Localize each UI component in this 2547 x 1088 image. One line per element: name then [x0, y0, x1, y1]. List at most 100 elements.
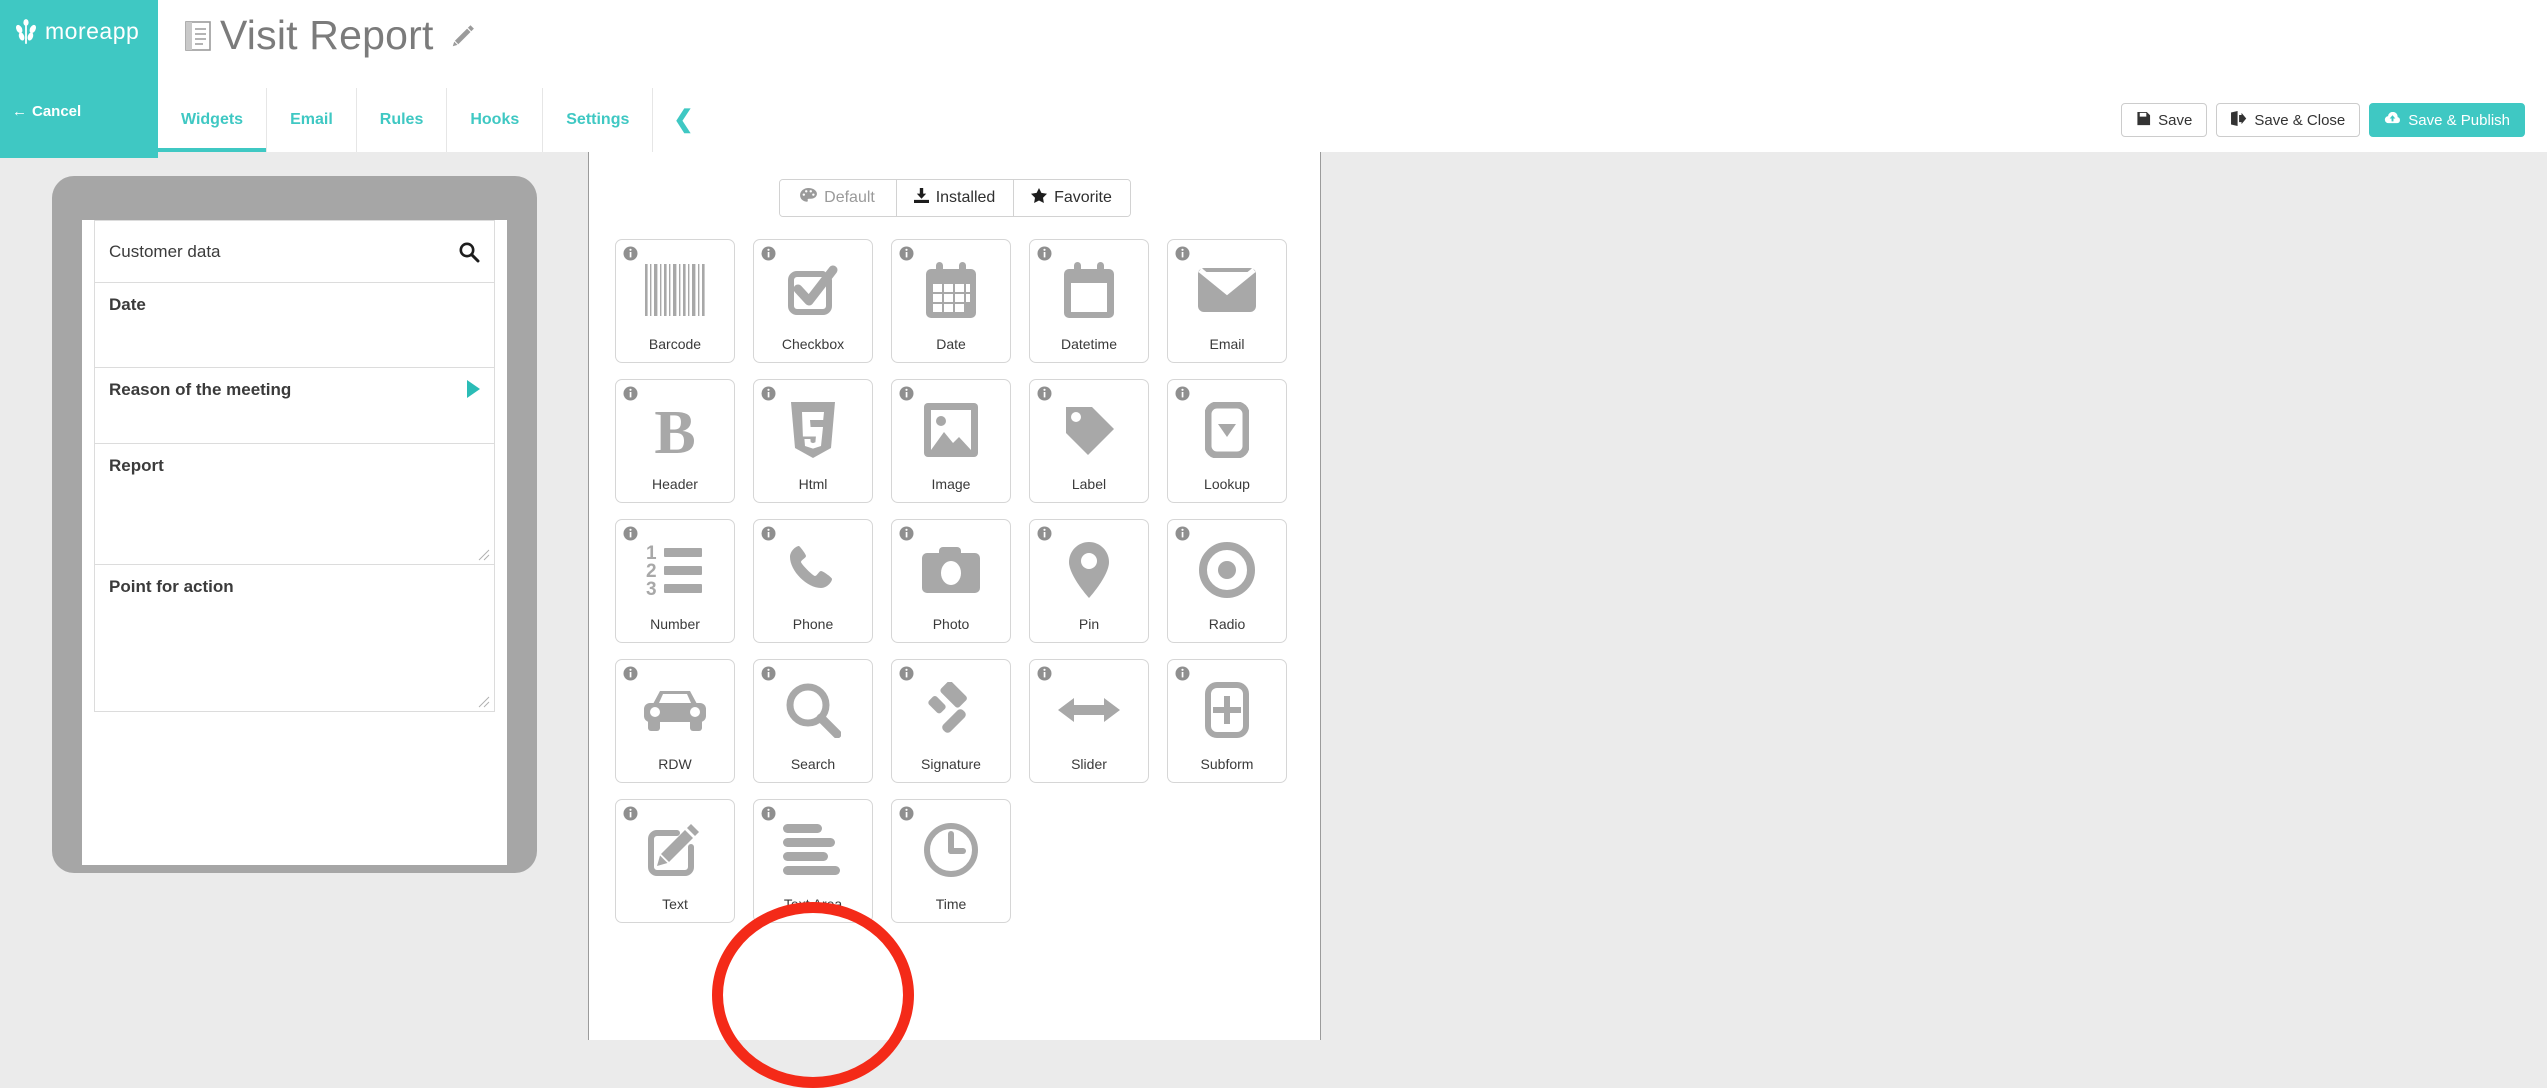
- preview-row-report[interactable]: Report: [95, 444, 494, 565]
- info-icon[interactable]: [899, 806, 914, 821]
- widget-label: Pin: [1078, 616, 1100, 632]
- save-and-publish-button[interactable]: Save & Publish: [2369, 103, 2525, 137]
- preview-row-date[interactable]: Date: [95, 283, 494, 368]
- widget-card-radio[interactable]: Radio: [1167, 519, 1287, 643]
- info-icon[interactable]: [1037, 386, 1052, 401]
- widget-card-rdw[interactable]: RDW: [615, 659, 735, 783]
- info-icon[interactable]: [1037, 526, 1052, 541]
- widget-panel: Default Installed Favorite Barcode Check…: [588, 152, 1321, 1040]
- widget-card-email[interactable]: Email: [1167, 239, 1287, 363]
- preview-row-report-label: Report: [109, 456, 164, 475]
- info-icon[interactable]: [761, 386, 776, 401]
- info-icon[interactable]: [1037, 666, 1052, 681]
- widget-card-slider[interactable]: Slider: [1029, 659, 1149, 783]
- info-icon[interactable]: [623, 246, 638, 261]
- resize-grip-icon[interactable]: [477, 695, 490, 708]
- widget-grid: Barcode Checkbox Date Datetime Email B H…: [615, 239, 1305, 939]
- widget-filter-installed[interactable]: Installed: [895, 180, 1013, 216]
- preview-row-reason[interactable]: Reason of the meeting: [95, 368, 494, 444]
- widget-card-signature[interactable]: Signature: [891, 659, 1011, 783]
- widget-card-phone[interactable]: Phone: [753, 519, 873, 643]
- save-button[interactable]: Save: [2121, 103, 2208, 137]
- info-icon[interactable]: [761, 246, 776, 261]
- top-bar: moreapp ← Cancel Visit Report Widgets Em…: [0, 0, 2547, 152]
- info-icon[interactable]: [761, 666, 776, 681]
- resize-grip-icon[interactable]: [477, 548, 490, 561]
- widget-card-header[interactable]: B Header: [615, 379, 735, 503]
- info-icon[interactable]: [1175, 386, 1190, 401]
- widget-card-photo[interactable]: Photo: [891, 519, 1011, 643]
- info-icon[interactable]: [1175, 666, 1190, 681]
- widget-filter-favorite[interactable]: Favorite: [1012, 180, 1130, 216]
- search-icon[interactable]: [458, 241, 480, 263]
- text-lines-icon: [783, 820, 843, 880]
- collapse-sidebar-button[interactable]: ❮: [652, 88, 713, 152]
- widget-card-pin[interactable]: Pin: [1029, 519, 1149, 643]
- widget-card-subform[interactable]: Subform: [1167, 659, 1287, 783]
- info-icon[interactable]: [1037, 246, 1052, 261]
- widget-label: Lookup: [1204, 476, 1250, 492]
- body-area: Customer data Date Reason of the meeting: [0, 152, 2547, 1088]
- calendar-blank-icon: [1062, 260, 1116, 320]
- widget-card-checkbox[interactable]: Checkbox: [753, 239, 873, 363]
- pencil-icon[interactable]: [449, 22, 477, 50]
- save-and-close-button[interactable]: Save & Close: [2216, 103, 2361, 137]
- tab-settings[interactable]: Settings: [542, 88, 652, 152]
- widget-card-date[interactable]: Date: [891, 239, 1011, 363]
- preview-row-search-label: Customer data: [109, 241, 221, 261]
- info-icon[interactable]: [1175, 246, 1190, 261]
- tab-hooks-label: Hooks: [470, 111, 520, 128]
- info-icon[interactable]: [899, 526, 914, 541]
- widget-card-time[interactable]: Time: [891, 799, 1011, 923]
- phone-icon: [787, 540, 839, 600]
- preview-row-search[interactable]: Customer data: [95, 221, 494, 283]
- widget-label: RDW: [658, 756, 692, 772]
- info-icon[interactable]: [761, 526, 776, 541]
- widget-label: Header: [652, 476, 698, 492]
- preview-row-point-for-action[interactable]: Point for action: [95, 565, 494, 711]
- magnifier-icon: [785, 680, 841, 740]
- info-icon[interactable]: [623, 666, 638, 681]
- widget-card-number[interactable]: 123 Number: [615, 519, 735, 643]
- widget-card-datetime[interactable]: Datetime: [1029, 239, 1149, 363]
- tab-widgets-label: Widgets: [181, 111, 244, 128]
- info-icon[interactable]: [899, 386, 914, 401]
- tab-email-label: Email: [290, 111, 333, 128]
- info-icon[interactable]: [623, 386, 638, 401]
- tab-hooks[interactable]: Hooks: [446, 88, 542, 152]
- widget-card-text[interactable]: Text: [615, 799, 735, 923]
- tab-rules[interactable]: Rules: [355, 88, 447, 152]
- info-icon[interactable]: [899, 666, 914, 681]
- tab-widgets[interactable]: Widgets: [158, 88, 267, 152]
- widget-label: Number: [650, 616, 700, 632]
- widget-label: Date: [936, 336, 966, 352]
- widget-label: Phone: [792, 616, 834, 632]
- preview-row-reason-label: Reason of the meeting: [109, 380, 292, 399]
- widget-card-image[interactable]: Image: [891, 379, 1011, 503]
- widget-label: Photo: [932, 616, 970, 632]
- widget-card-search[interactable]: Search: [753, 659, 873, 783]
- widget-label: Text Area: [783, 896, 843, 912]
- info-icon[interactable]: [761, 806, 776, 821]
- widget-card-text-area[interactable]: Text Area: [753, 799, 873, 923]
- widget-card-lookup[interactable]: Lookup: [1167, 379, 1287, 503]
- info-icon[interactable]: [1175, 526, 1190, 541]
- barcode-icon: [644, 260, 706, 320]
- widget-card-html[interactable]: Html: [753, 379, 873, 503]
- cancel-button[interactable]: ← Cancel: [12, 103, 81, 120]
- widget-card-barcode[interactable]: Barcode: [615, 239, 735, 363]
- preview-row-point-for-action-label: Point for action: [109, 577, 234, 596]
- widget-filter-default[interactable]: Default: [779, 180, 896, 216]
- info-icon[interactable]: [623, 526, 638, 541]
- form-preview-list: Customer data Date Reason of the meeting: [94, 220, 495, 712]
- save-and-close-button-label: Save & Close: [2254, 111, 2346, 129]
- tab-email[interactable]: Email: [266, 88, 356, 152]
- info-icon[interactable]: [899, 246, 914, 261]
- gavel-icon: [923, 680, 979, 740]
- sidebar-accent-strip: [0, 152, 158, 158]
- palette-icon: [800, 188, 818, 208]
- info-icon[interactable]: [623, 806, 638, 821]
- widget-card-label[interactable]: Label: [1029, 379, 1149, 503]
- numbered-list-icon: 123: [646, 540, 704, 600]
- widget-label: Checkbox: [781, 336, 845, 352]
